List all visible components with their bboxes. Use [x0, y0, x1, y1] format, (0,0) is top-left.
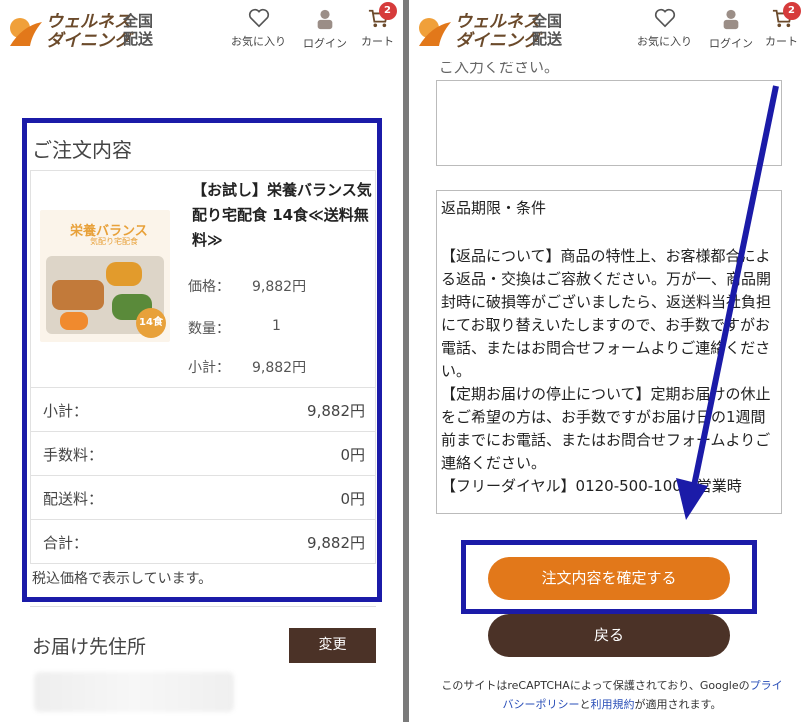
change-address-button[interactable]: 変更 [289, 628, 376, 663]
product-subtotal-value: 9,882円 [252, 360, 307, 376]
login-link[interactable]: ログイン [303, 8, 347, 51]
fish-shape [52, 280, 104, 310]
cart-count-badge: 2 [378, 2, 397, 20]
product-image-tag2: 気配り宅配食 [90, 237, 138, 246]
cart-link[interactable]: 2 カート [361, 2, 397, 49]
summary-label: 合計： [43, 534, 89, 552]
product-qty-row: 数量： 1 [188, 318, 281, 338]
logo-text-line1: ウェルネス [46, 12, 131, 32]
user-icon [317, 9, 333, 30]
tax-note: 税込価格で表示しています。 [32, 571, 213, 587]
logo-region-text: 全国配送 [532, 12, 563, 48]
product-image: 栄養バランス 気配り宅配食 14食 [40, 210, 170, 342]
cart-link[interactable]: 2 カート [765, 2, 801, 49]
left-phone-panel: ウェルネス ダイニング 全国配送 お気に入り ログイン 2 カート ご注文内容 [0, 0, 403, 722]
order-section-title: ご注文内容 [32, 138, 132, 162]
remarks-textarea[interactable] [436, 80, 782, 166]
favorites-label: お気に入り [231, 35, 286, 48]
section-divider [30, 606, 376, 607]
summary-label: 小計： [43, 402, 89, 420]
logo-text-line1: ウェルネス [455, 12, 540, 32]
summary-row: 小計： 9,882円 [30, 388, 376, 432]
logo-text-line2: ダイニング [46, 31, 131, 51]
login-label: ログイン [709, 37, 753, 50]
logo-text-line2: ダイニング [455, 31, 540, 51]
favorites-label: お気に入り [637, 35, 692, 48]
screenshot-stage: ウェルネス ダイニング 全国配送 お気に入り ログイン 2 カート ご注文内容 [0, 0, 812, 722]
product-name: 【お試し】栄養バランス気配り宅配食 14食≪送料無料≫ [192, 181, 372, 249]
recaptcha-notice: このサイトはreCAPTCHAによって保護されており、Googleのプライバシー… [439, 676, 785, 714]
summary-row: 合計： 9,882円 [30, 520, 376, 564]
favorites-link[interactable]: お気に入り [231, 8, 286, 49]
product-price-row: 価格： 9,882円 [188, 276, 306, 296]
product-subtotal-label: 小計： [188, 360, 230, 376]
return-policy-box[interactable]: 返品期限・条件 【返品について】商品の特性上、お客様都合による返品・交換はご容赦… [436, 190, 782, 514]
summary-row: 配送料： 0円 [30, 476, 376, 520]
recaptcha-and: と [579, 698, 591, 711]
summary-value: 9,882円 [307, 534, 365, 552]
right-phone-panel: ご入力ください。 ウェルネス ダイニング 全国配送 お気に入り ログイン 2 カ… [409, 0, 812, 722]
recaptcha-suffix: が適用されます。 [634, 698, 722, 711]
carrot-shape [60, 312, 88, 330]
product-price-label: 価格： [188, 279, 230, 295]
cart-count-badge: 2 [782, 2, 801, 20]
summary-label: 手数料： [43, 446, 104, 464]
cart-label: カート [765, 35, 798, 48]
logo-mark-icon [10, 18, 42, 46]
favorites-link[interactable]: お気に入り [637, 8, 692, 49]
product-subtotal-row: 小計： 9,882円 [188, 357, 306, 377]
product-price-value: 9,882円 [252, 279, 307, 295]
blurred-address [34, 672, 234, 712]
summary-value: 9,882円 [307, 402, 365, 420]
terms-link[interactable]: 利用規約 [591, 698, 635, 711]
login-label: ログイン [303, 37, 347, 50]
site-header: ウェルネス ダイニング 全国配送 お気に入り ログイン 2 カート [409, 0, 812, 62]
site-header: ウェルネス ダイニング 全国配送 お気に入り ログイン 2 カート [0, 0, 403, 62]
side-dish-shape [106, 262, 142, 286]
login-link[interactable]: ログイン [709, 8, 753, 51]
cart-label: カート [361, 35, 394, 48]
product-qty-label: 数量： [188, 321, 230, 337]
recaptcha-prefix: このサイトはreCAPTCHAによって保護されており、Googleの [441, 679, 750, 692]
return-policy-title: 返品期限・条件 [441, 199, 547, 217]
summary-row: 手数料： 0円 [30, 432, 376, 476]
delivery-address-title: お届け先住所 [32, 636, 147, 658]
heart-icon [248, 8, 269, 28]
user-icon [723, 9, 739, 30]
summary-value: 0円 [340, 446, 365, 464]
product-qty-value: 1 [272, 318, 281, 334]
confirm-order-button[interactable]: 注文内容を確定する [488, 557, 730, 600]
product-image-badge: 14食 [136, 308, 166, 338]
back-button[interactable]: 戻る [488, 614, 730, 657]
logo-region-text: 全国配送 [123, 12, 154, 48]
summary-value: 0円 [340, 490, 365, 508]
summary-label: 配送料： [43, 490, 104, 508]
site-logo[interactable]: ウェルネス ダイニング 全国配送 [415, 8, 575, 54]
return-policy-body: 【返品について】商品の特性上、お客様都合による返品・交換はご容赦ください。万が一… [441, 247, 772, 495]
site-logo[interactable]: ウェルネス ダイニング 全国配送 [6, 8, 166, 54]
logo-mark-icon [419, 18, 451, 46]
heart-icon [654, 8, 675, 28]
